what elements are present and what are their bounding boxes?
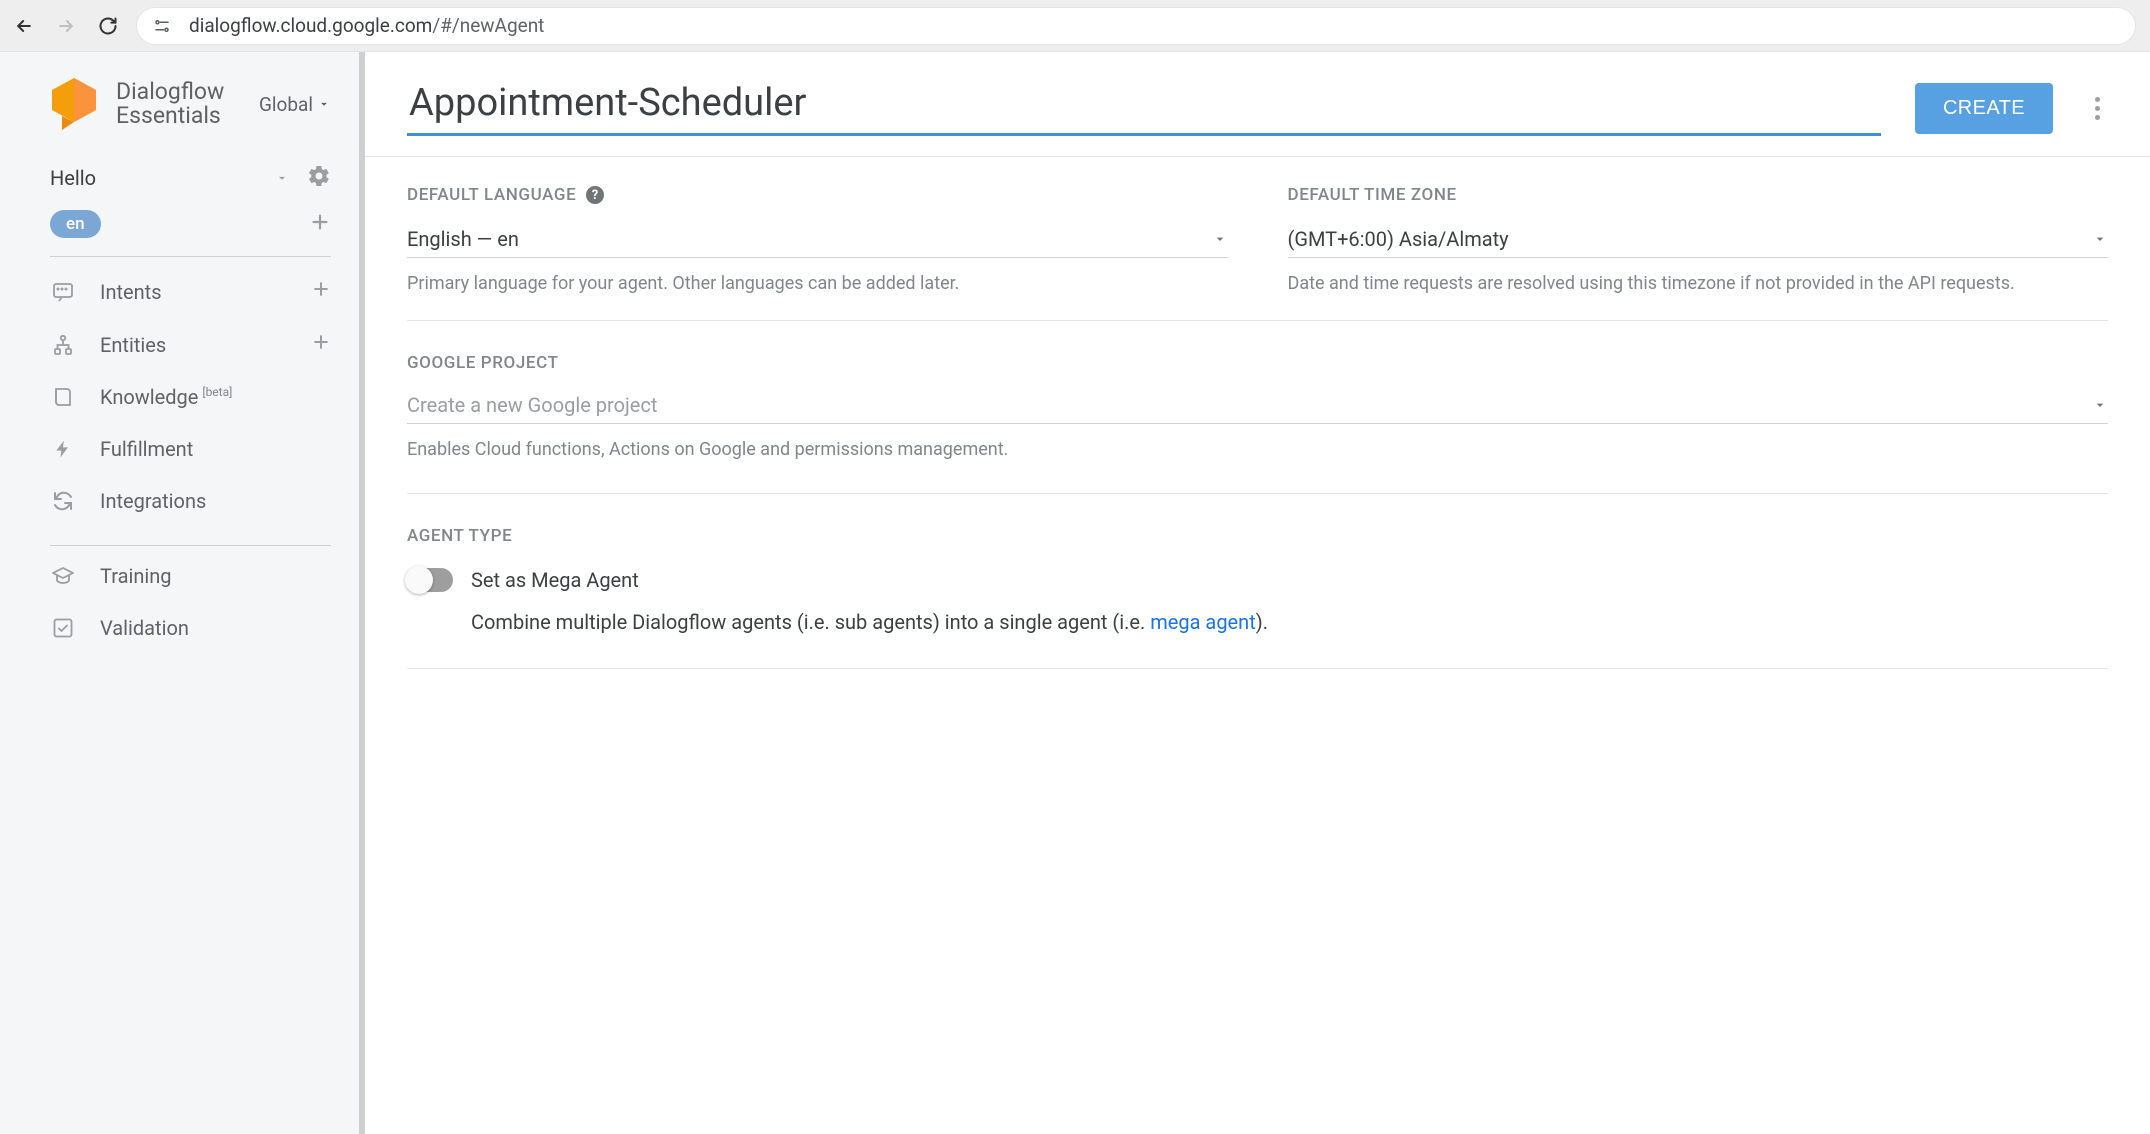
url-text: dialogflow.cloud.google.com/#/newAgent [189, 14, 544, 37]
helper-text: Enables Cloud functions, Actions on Goog… [407, 438, 2108, 462]
create-button[interactable]: CREATE [1915, 83, 2053, 134]
sidebar-item-training[interactable]: Training [0, 550, 359, 602]
brand-text: Dialogflow Essentials [116, 80, 224, 128]
sync-icon [50, 489, 76, 513]
field-heading-label: DEFAULT LANGUAGE [407, 185, 576, 205]
main: CREATE DEFAULT LANGUAGE ? English — en P… [365, 52, 2150, 1134]
language-chip[interactable]: en [50, 210, 101, 238]
dialogflow-logo-icon [50, 76, 98, 132]
chat-icon [50, 280, 76, 304]
reload-icon[interactable] [98, 16, 118, 36]
sidebar-item-label: Knowledge[beta] [100, 385, 331, 409]
browser-nav [14, 16, 118, 36]
gear-icon[interactable] [307, 164, 331, 192]
timezone-select[interactable]: (GMT+6:00) Asia/Almaty [1288, 227, 2109, 258]
sidebar-item-integrations[interactable]: Integrations [0, 475, 359, 527]
agent-selector[interactable]: Hello [50, 166, 289, 190]
checkbox-icon [50, 616, 76, 640]
caret-down-icon [1212, 231, 1228, 247]
more-menu-icon[interactable] [2087, 89, 2108, 128]
field-heading-label: AGENT TYPE [407, 526, 512, 546]
mega-agent-description: Combine multiple Dialogflow agents (i.e.… [471, 610, 2108, 634]
caret-down-icon [2092, 397, 2108, 413]
caret-down-icon [317, 97, 331, 111]
divider [50, 545, 331, 546]
timezone-value: (GMT+6:00) Asia/Almaty [1288, 227, 1509, 251]
graduation-icon [50, 564, 76, 588]
sidebar-item-entities[interactable]: Entities [0, 318, 359, 371]
brand-logo[interactable]: Dialogflow Essentials [50, 76, 224, 132]
sidebar-item-label: Entities [100, 333, 287, 357]
agent-type-field: AGENT TYPE Set as Mega Agent Combine mul… [407, 498, 2108, 669]
main-header: CREATE [365, 52, 2150, 157]
mega-agent-toggle[interactable] [407, 568, 453, 592]
toggle-label: Set as Mega Agent [471, 568, 639, 592]
project-select[interactable]: Create a new Google project [407, 393, 2108, 424]
back-icon[interactable] [14, 16, 34, 36]
hierarchy-icon [50, 333, 76, 357]
add-language-icon[interactable] [309, 211, 331, 237]
caret-down-icon [275, 171, 289, 185]
caret-down-icon [2092, 231, 2108, 247]
plus-icon[interactable] [311, 279, 331, 304]
field-heading-label: DEFAULT TIME ZONE [1288, 185, 1457, 205]
sidebar-item-fulfillment[interactable]: Fulfillment [0, 423, 359, 475]
sidebar-item-label: Training [100, 564, 331, 588]
helper-text: Date and time requests are resolved usin… [1288, 272, 2109, 296]
mega-agent-link[interactable]: mega agent [1150, 610, 1256, 634]
site-settings-icon[interactable] [153, 17, 171, 35]
browser-chrome: dialogflow.cloud.google.com/#/newAgent [0, 0, 2150, 52]
book-icon [50, 385, 76, 409]
divider [50, 256, 331, 257]
scope-selector[interactable]: Global [259, 93, 331, 116]
language-select[interactable]: English — en [407, 227, 1228, 258]
default-language-field: DEFAULT LANGUAGE ? English — en Primary … [407, 185, 1228, 296]
address-bar[interactable]: dialogflow.cloud.google.com/#/newAgent [136, 7, 2136, 45]
sidebar-item-label: Intents [100, 280, 287, 304]
field-heading-label: GOOGLE PROJECT [407, 353, 559, 373]
sidebar-item-validation[interactable]: Validation [0, 602, 359, 654]
sidebar-nav: Intents Entities [0, 261, 359, 654]
sidebar-item-label: Integrations [100, 489, 331, 513]
sidebar: Dialogflow Essentials Global Hello [0, 52, 365, 1134]
sidebar-item-intents[interactable]: Intents [0, 265, 359, 318]
lang-timezone-row: DEFAULT LANGUAGE ? English — en Primary … [407, 185, 2108, 321]
sidebar-item-label: Validation [100, 616, 331, 640]
sidebar-item-knowledge[interactable]: Knowledge[beta] [0, 371, 359, 423]
language-value: English — en [407, 227, 519, 251]
google-project-field: GOOGLE PROJECT Create a new Google proje… [407, 325, 2108, 493]
forward-icon [56, 16, 76, 36]
app: Dialogflow Essentials Global Hello [0, 52, 2150, 1134]
bolt-icon [50, 437, 76, 461]
sidebar-item-label: Fulfillment [100, 437, 331, 461]
agent-name-input[interactable] [407, 80, 1881, 136]
project-placeholder: Create a new Google project [407, 393, 657, 417]
helper-text: Primary language for your agent. Other l… [407, 272, 1228, 296]
help-icon[interactable]: ? [586, 186, 604, 204]
plus-icon[interactable] [311, 332, 331, 357]
default-timezone-field: DEFAULT TIME ZONE (GMT+6:00) Asia/Almaty… [1288, 185, 2109, 296]
